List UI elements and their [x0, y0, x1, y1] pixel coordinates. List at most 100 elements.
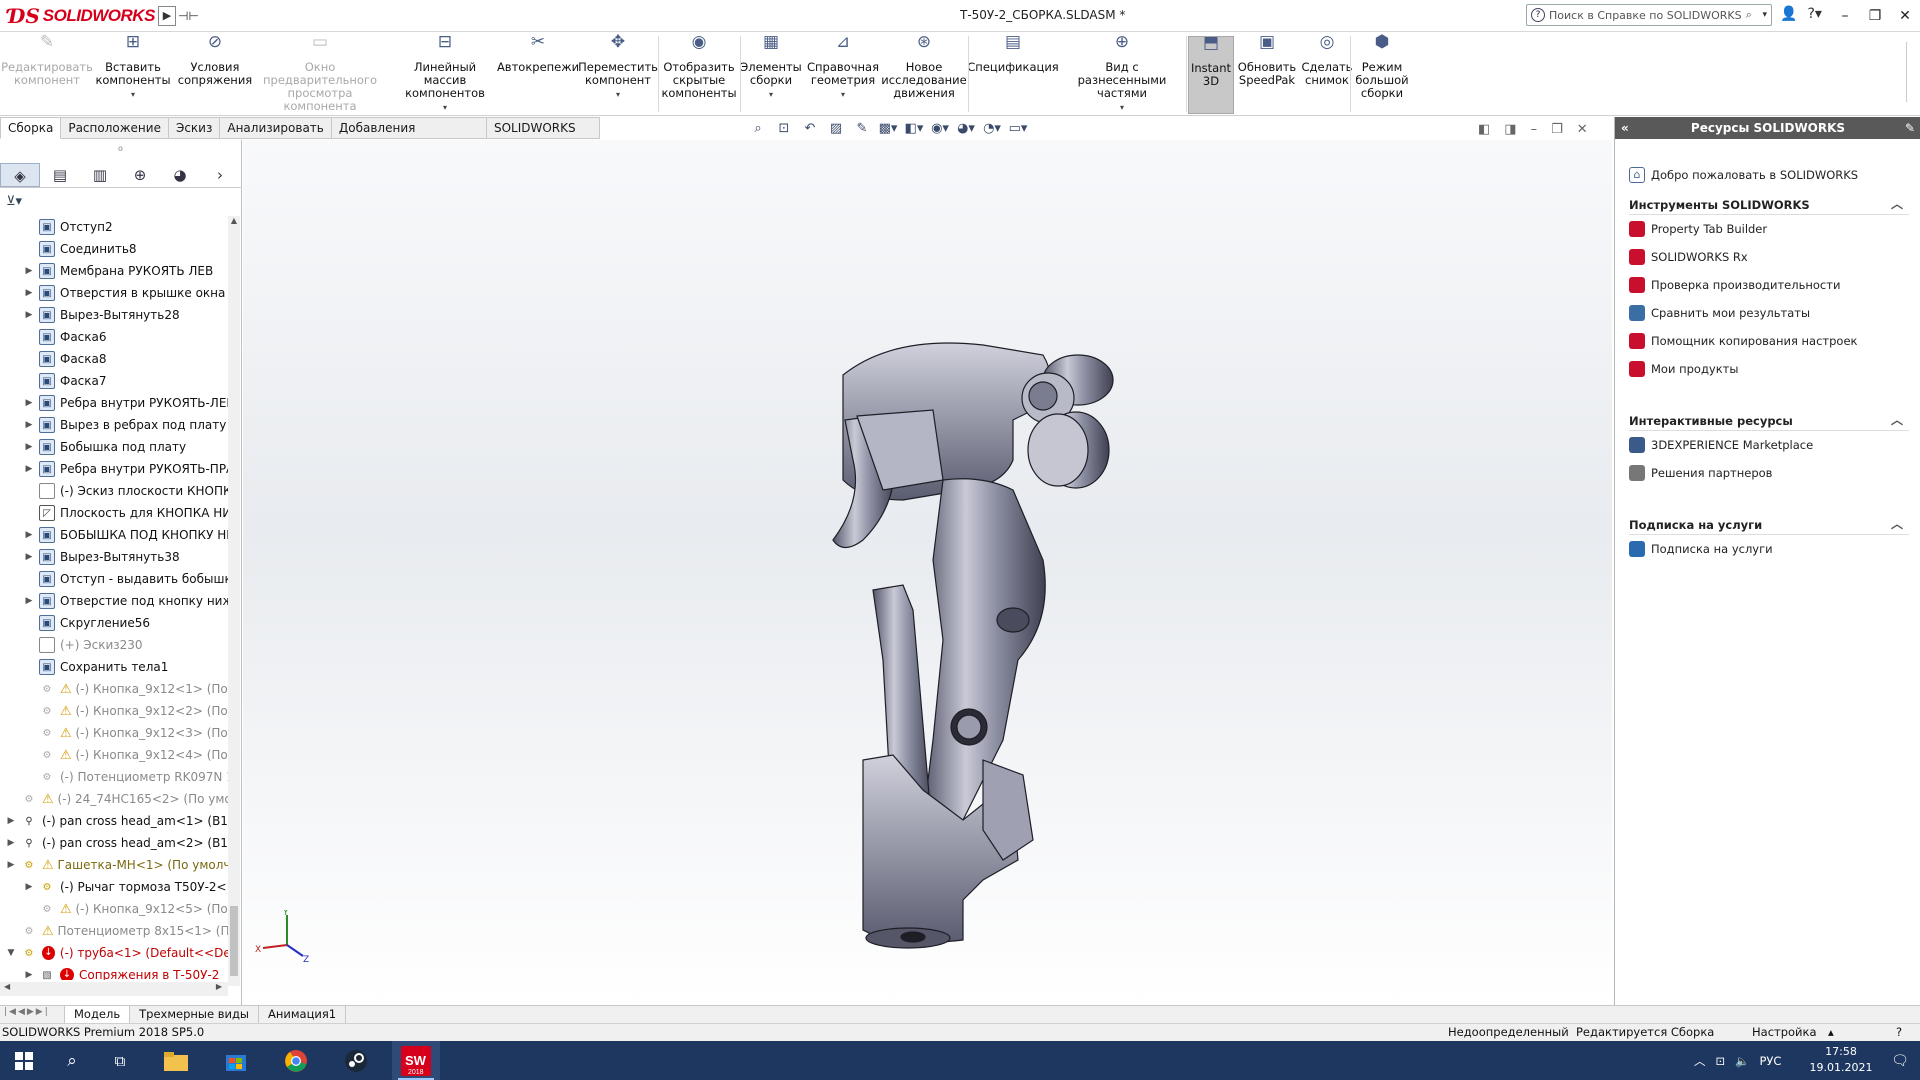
solidworks-taskbar-icon[interactable]: SW 2018 [392, 1041, 440, 1080]
expand-arrow-icon[interactable]: ▶ [22, 464, 36, 474]
tree-item[interactable]: ▶ ▣ Отверстие под кнопку нижн [0, 590, 228, 612]
expand-arrow-icon[interactable]: ▶ [22, 288, 36, 298]
reference-geometry-button[interactable]: ⊿ Справочная геометрия ▾ [806, 34, 880, 114]
resources-section-header[interactable]: Инструменты SOLIDWORKS ︿ [1629, 197, 1909, 215]
zoom-to-fit-icon[interactable]: ⌕ [748, 120, 768, 138]
tree-item[interactable]: ▶ ▣ Мембрана РУКОЯТЬ ЛЕВ [0, 260, 228, 282]
expand-arrow-icon[interactable]: ▶ [4, 816, 18, 826]
windows-start-icon[interactable] [0, 1041, 48, 1080]
tree-item[interactable]: ▼ ⚙ ↓ (-) труба<1> (Default<<Defa [0, 942, 228, 964]
expand-arrow-icon[interactable]: ▶ [22, 596, 36, 606]
tree-item[interactable]: (+) Эскиз230 [0, 634, 228, 656]
panel-tabs-more-icon[interactable]: › [200, 163, 240, 187]
tree-item[interactable]: ▣ Фаска8 [0, 348, 228, 370]
viewport-minimize-icon[interactable]: – [1531, 122, 1538, 137]
file-explorer-icon[interactable] [152, 1041, 200, 1080]
tab-5[interactable]: SOLIDWORKS MBD [486, 117, 600, 156]
task-view-icon[interactable]: ⧉ [96, 1041, 144, 1080]
menu-expand-arrow[interactable]: ▶ [158, 6, 176, 26]
expand-arrow-icon[interactable]: ▶ [22, 266, 36, 276]
resources-link[interactable]: Сравнить мои результаты [1629, 305, 1810, 321]
help-menu-icon[interactable]: ?▾ [1807, 6, 1821, 22]
restore-button[interactable]: ❐ [1860, 4, 1890, 28]
volume-icon[interactable]: 🔈 [1735, 1054, 1749, 1068]
apply-scene-icon[interactable]: ◔▾ [982, 120, 1002, 138]
tab-2[interactable]: Эскиз [168, 117, 221, 139]
clock[interactable]: 17:58 19.01.2021 [1806, 1044, 1876, 1076]
dimxpert-tab-icon[interactable]: ⊕ [120, 163, 160, 187]
user-icon[interactable]: 👤 [1780, 6, 1797, 22]
tree-item[interactable]: ▣ Соединить8 [0, 238, 228, 260]
tree-item[interactable]: ⚙ ⚠ (-) Кнопка_9х12<3> (По умолч [0, 722, 228, 744]
tree-item[interactable]: ▶ ⚙ ⚠ Гашетка-МН<1> (По умолч [0, 854, 228, 876]
expand-arrow-icon[interactable]: ▶ [22, 398, 36, 408]
resources-link[interactable]: 3DEXPERIENCE Marketplace [1629, 437, 1813, 453]
tree-item[interactable]: ▣ Фаска7 [0, 370, 228, 392]
tree-item[interactable]: ▣ Сохранить тела1 [0, 656, 228, 678]
tab-3[interactable]: Анализировать [220, 117, 332, 139]
resources-link[interactable]: Подписка на услуги [1629, 541, 1773, 557]
language-indicator[interactable]: РУС [1759, 1054, 1781, 1068]
bottom-tab-1[interactable]: Трехмерные виды [130, 1006, 259, 1023]
resources-section-header[interactable]: Подписка на услуги ︿ [1629, 517, 1909, 535]
search-icon[interactable]: ⌕ [48, 1041, 96, 1080]
expand-arrow-icon[interactable]: ▶ [22, 882, 36, 892]
collapse-panel-icon[interactable]: « [1621, 117, 1629, 139]
bottom-tab-0[interactable]: Модель [64, 1006, 131, 1023]
display-manager-tab-icon[interactable]: ◕ [160, 163, 200, 187]
close-button[interactable]: ✕ [1890, 4, 1920, 28]
network-icon[interactable]: ⊡ [1716, 1054, 1726, 1068]
display-style-icon[interactable]: ◧▾ [904, 120, 924, 138]
expand-arrow-icon[interactable]: ▶ [22, 530, 36, 540]
tab-4[interactable]: Добавления SOLIDWORKS [331, 117, 487, 156]
tree-item[interactable]: ▶ ▣ Ребра внутри РУКОЯТЬ-ЛЕВ [0, 392, 228, 414]
chevron-down-icon[interactable]: ▾ [131, 88, 135, 101]
expand-arrow-icon[interactable]: ▶ [22, 970, 36, 980]
chrome-icon[interactable] [272, 1041, 320, 1080]
expand-arrow-icon[interactable]: ▶ [22, 442, 36, 452]
tile-left-icon[interactable]: ◧ [1478, 122, 1490, 137]
pin-icon[interactable]: ⊣⊢ [178, 6, 199, 26]
resources-link[interactable]: Решения партнеров [1629, 465, 1772, 481]
tree-item[interactable]: ▶▣ БОБЫШКА ПОД КНОПКУ НИЖ [0, 524, 228, 546]
minimize-button[interactable]: – [1830, 4, 1860, 28]
chevron-down-icon[interactable]: ▾ [1120, 101, 1124, 114]
quick-tips-icon[interactable]: ? [1896, 1024, 1902, 1041]
feature-manager-tab-icon[interactable]: ◈ [0, 162, 40, 187]
configuration-manager-tab-icon[interactable]: ▥ [80, 163, 120, 187]
dynamic-annotation-icon[interactable]: ✎ [852, 120, 872, 138]
update-speedpak-button[interactable]: ▣ Обновить SpeedPak [1238, 34, 1296, 114]
view-orientation-icon[interactable]: ▩▾ [878, 120, 898, 138]
bottom-tab-2[interactable]: Анимация1 [259, 1006, 347, 1023]
chevron-down-icon[interactable]: ▾ [769, 88, 773, 101]
smart-fasteners-button[interactable]: ✂ Автокрепежи [497, 34, 579, 114]
viewport-close-icon[interactable]: ✕ [1577, 122, 1588, 137]
chevron-down-icon[interactable]: ▾ [443, 101, 447, 114]
component-preview-window-button[interactable]: ▭ Окно предварительного просмотра компоне… [252, 34, 388, 114]
graphics-area[interactable]: ⌂ ▣ ▰ ▦ ◕ ☰ ✉ [243, 140, 1851, 1005]
collapse-icon[interactable]: ︿ [1891, 412, 1903, 428]
toolbar-overflow-icon[interactable] [1906, 42, 1916, 102]
resources-link[interactable]: Помощник копирования настроек [1629, 333, 1857, 349]
chevron-down-icon[interactable]: ▾ [1762, 10, 1767, 20]
tree-item[interactable]: ⚙ ⚠ (-) 24_74HC165<2> (По умолч [0, 788, 228, 810]
tree-item[interactable]: ▶ ▣ Отверстия в крышке окна [0, 282, 228, 304]
tree-item[interactable]: ▶ ⚲ (-) pan cross head_am<2> (B18.6 [0, 832, 228, 854]
resources-link[interactable]: Проверка производительности [1629, 277, 1840, 293]
tree-item[interactable]: ▣ Скругление56 [0, 612, 228, 634]
edit-component-button[interactable]: ✎ Редактировать компонент [1, 34, 93, 114]
tree-item[interactable]: ⚙ ⚠ (-) Кнопка_9х12<2> (По умолч [0, 700, 228, 722]
zoom-to-area-icon[interactable]: ⊡ [774, 120, 794, 138]
previous-view-icon[interactable]: ↶ [800, 120, 820, 138]
tree-item[interactable]: ⚙ ⚠ (-) Кнопка_9х12<5> (По умолч [0, 898, 228, 920]
panel-grip[interactable]: o [118, 144, 123, 153]
tile-right-icon[interactable]: ◨ [1504, 122, 1516, 137]
expand-arrow-icon[interactable]: ▶ [4, 860, 18, 870]
search-icon[interactable]: ⌕ [1746, 8, 1752, 22]
tree-item[interactable]: ▶ ▣ Вырез-Вытянуть38 [0, 546, 228, 568]
mate-button[interactable]: ⊘ Условия сопряжения [178, 34, 252, 114]
viewport-restore-icon[interactable]: ❐ [1551, 122, 1563, 137]
units-settings[interactable]: Настройка [1752, 1024, 1817, 1041]
expand-arrow-icon[interactable]: ▶ [22, 310, 36, 320]
tree-item[interactable]: ◸ Плоскость для КНОПКА НИЖ [0, 502, 228, 524]
